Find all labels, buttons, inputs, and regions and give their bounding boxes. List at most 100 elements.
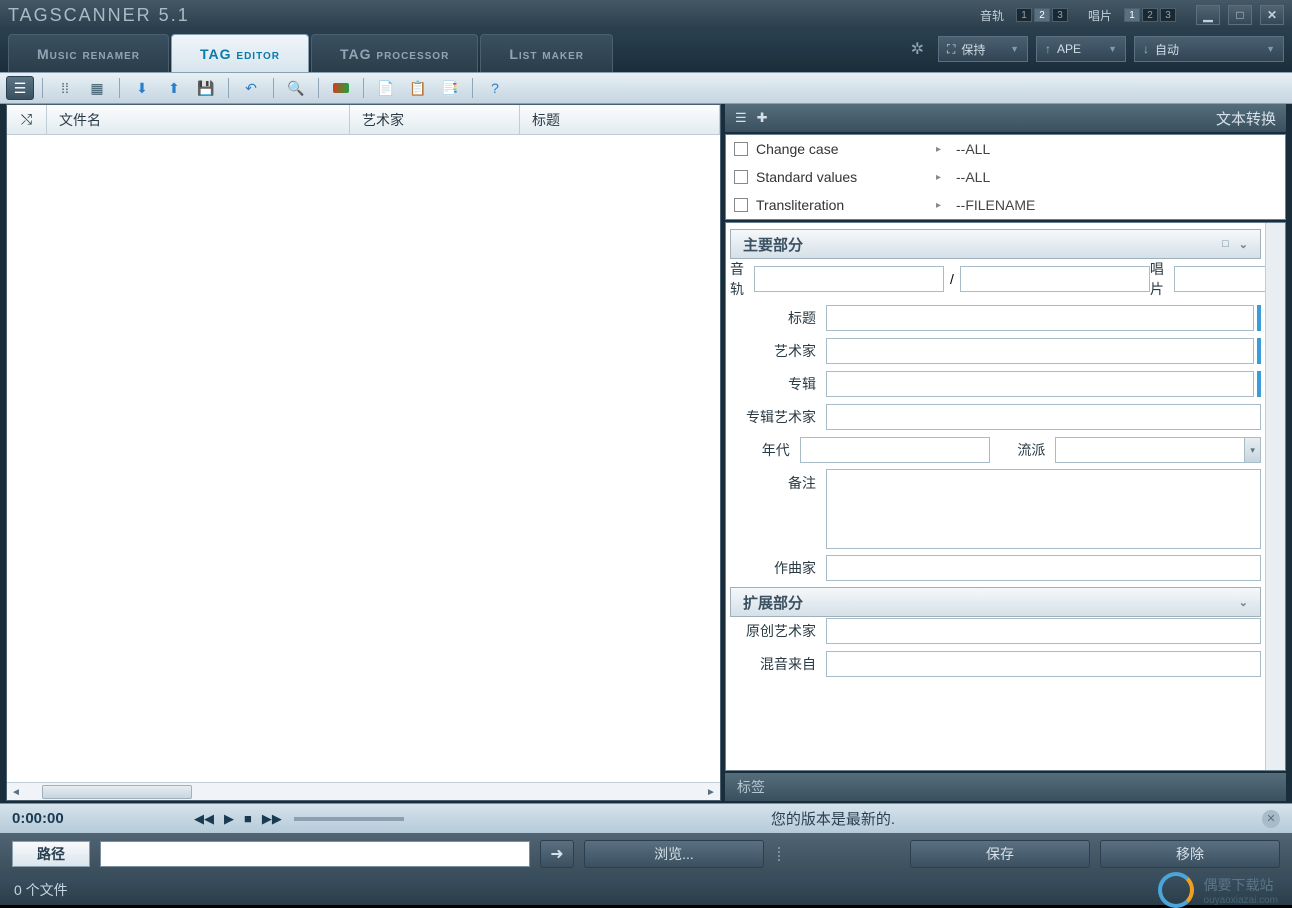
input-disc-num[interactable]	[1174, 266, 1265, 292]
input-remix[interactable]	[826, 651, 1261, 677]
input-album[interactable]	[826, 371, 1254, 397]
grid-large-icon[interactable]: ▦	[83, 76, 111, 100]
status-bar: 0 个文件 偶要下载站 ouyaoxiazai.com	[0, 875, 1292, 905]
disc-count-label: 唱片	[1088, 7, 1112, 24]
minimize-button[interactable]: ▁	[1196, 5, 1220, 25]
input-year[interactable]	[800, 437, 990, 463]
transform-row[interactable]: Standard values ▸ --ALL	[726, 163, 1285, 191]
checkbox[interactable]	[734, 198, 748, 212]
input-genre[interactable]	[1055, 437, 1245, 463]
editor-pane: ☰ ✚ 文本转换 Change case ▸ --ALL Standard va…	[725, 104, 1286, 801]
path-bar: 路径 ➜ 浏览... 保存 移除	[0, 833, 1292, 875]
dismiss-status-icon[interactable]: ✕	[1262, 810, 1280, 828]
field-indicator	[1257, 371, 1261, 397]
save-button[interactable]: 保存	[910, 840, 1090, 868]
maximize-button[interactable]: □	[1228, 5, 1252, 25]
checkbox[interactable]	[734, 142, 748, 156]
arrow-down-icon[interactable]: ⬇	[128, 76, 156, 100]
transform-value: --FILENAME	[956, 197, 1035, 213]
chevron-down-icon: ▼	[1010, 44, 1019, 54]
v-scrollbar[interactable]	[1265, 223, 1285, 770]
transform-row[interactable]: Transliteration ▸ --FILENAME	[726, 191, 1285, 219]
main-area: ⤭ 文件名 艺术家 标题 ◄ ► ☰ ✚ 文本转换	[0, 104, 1292, 803]
tab-tools: ✲ ⛶ 保持 ▼ ↑ APE ▼ ↓ 自动 ▼	[905, 30, 1284, 72]
input-orig-artist[interactable]	[826, 618, 1261, 644]
grid-small-icon[interactable]: ⁞⁞	[51, 76, 79, 100]
input-title[interactable]	[826, 305, 1254, 331]
undo-icon[interactable]: ↶	[237, 76, 265, 100]
scroll-right-icon[interactable]: ►	[702, 783, 720, 801]
list-icon[interactable]: ☰	[735, 110, 747, 126]
col-artist[interactable]: 艺术家	[350, 105, 520, 134]
browse-button[interactable]: 浏览...	[584, 840, 764, 868]
tab-tag-editor[interactable]: TAG editor	[171, 34, 309, 72]
input-track-num[interactable]	[754, 266, 944, 292]
prev-icon[interactable]: ◀◀	[194, 811, 214, 827]
disc-num-badges: 1 2 3	[1124, 8, 1176, 22]
file-paste-icon[interactable]: 📑	[436, 76, 464, 100]
list-view-icon[interactable]: ☰	[6, 76, 34, 100]
arrow-up-icon: ↑	[1045, 42, 1051, 56]
disc-badge-3[interactable]: 3	[1160, 8, 1176, 22]
go-button[interactable]: ➜	[540, 840, 574, 868]
tab-music-renamer[interactable]: Music renamer	[8, 34, 169, 72]
search-icon[interactable]: 🔍	[282, 76, 310, 100]
chevron-down-icon[interactable]: ⌄	[1239, 238, 1248, 251]
file-new-icon[interactable]: 📄	[372, 76, 400, 100]
h-scrollbar[interactable]: ◄ ►	[7, 782, 720, 800]
track-badge-3[interactable]: 3	[1052, 8, 1068, 22]
col-title[interactable]: 标题	[520, 105, 720, 134]
save-disk-icon[interactable]: 💾	[192, 76, 220, 100]
file-copy-icon[interactable]: 📋	[404, 76, 432, 100]
remove-button[interactable]: 移除	[1100, 840, 1280, 868]
square-icon[interactable]: □	[1222, 238, 1229, 251]
label-comment: 备注	[730, 469, 826, 493]
track-badge-1[interactable]: 1	[1016, 8, 1032, 22]
disc-badge-2[interactable]: 2	[1142, 8, 1158, 22]
chevron-down-icon[interactable]: ⌄	[1239, 596, 1248, 609]
tab-tag-processor[interactable]: TAG processor	[311, 34, 478, 72]
scroll-left-icon[interactable]: ◄	[7, 783, 25, 801]
format-dropdown-label: APE	[1057, 42, 1081, 56]
stop-icon[interactable]: ■	[244, 811, 252, 826]
keep-dropdown-label: 保持	[961, 41, 985, 58]
checkbox[interactable]	[734, 170, 748, 184]
input-album-artist[interactable]	[826, 404, 1261, 430]
label-track: 音轨	[730, 259, 754, 299]
genre-dropdown-icon[interactable]: ▾	[1245, 437, 1261, 463]
player-bar: 0:00:00 ◀◀ ▶ ■ ▶▶ 您的版本是最新的. ✕	[0, 803, 1292, 833]
file-table-body	[7, 135, 720, 782]
path-input[interactable]	[100, 841, 530, 867]
disc-badge-1[interactable]: 1	[1124, 8, 1140, 22]
input-comment[interactable]	[826, 469, 1261, 549]
playback-controls: ◀◀ ▶ ■ ▶▶	[194, 811, 282, 827]
input-composer[interactable]	[826, 555, 1261, 581]
keep-dropdown[interactable]: ⛶ 保持 ▼	[938, 36, 1028, 62]
main-section-header[interactable]: 主要部分 □ ⌄	[730, 229, 1261, 259]
play-icon[interactable]: ▶	[224, 811, 234, 827]
row-album-artist: 专辑艺术家	[730, 403, 1261, 431]
seek-bar[interactable]	[294, 817, 404, 821]
track-badge-2[interactable]: 2	[1034, 8, 1050, 22]
tab-list-maker[interactable]: List maker	[480, 34, 613, 72]
row-title: 标题	[730, 304, 1261, 332]
transform-row[interactable]: Change case ▸ --ALL	[726, 135, 1285, 163]
col-filename[interactable]: 文件名	[47, 105, 350, 134]
path-label: 路径	[12, 841, 90, 867]
row-comment: 备注	[730, 469, 1261, 549]
plus-icon[interactable]: ✚	[757, 110, 768, 126]
scroll-thumb[interactable]	[42, 785, 192, 799]
auto-dropdown[interactable]: ↓ 自动 ▼	[1134, 36, 1284, 62]
close-button[interactable]: ✕	[1260, 5, 1284, 25]
format-dropdown[interactable]: ↑ APE ▼	[1036, 36, 1126, 62]
input-track-total[interactable]	[960, 266, 1150, 292]
separator-dots	[774, 847, 784, 861]
col-shuffle-icon[interactable]: ⤭	[7, 105, 47, 134]
input-artist[interactable]	[826, 338, 1254, 364]
color-swap-icon[interactable]	[327, 76, 355, 100]
help-icon[interactable]: ?	[481, 76, 509, 100]
ext-section-header[interactable]: 扩展部分 ⌄	[730, 587, 1261, 617]
arrow-up-icon[interactable]: ⬆	[160, 76, 188, 100]
settings-gear-icon[interactable]: ✲	[905, 39, 930, 59]
next-icon[interactable]: ▶▶	[262, 811, 282, 827]
